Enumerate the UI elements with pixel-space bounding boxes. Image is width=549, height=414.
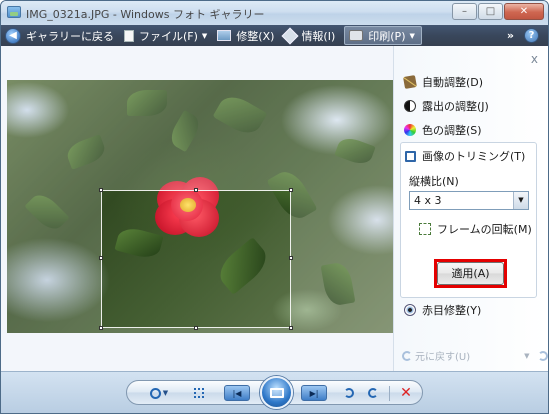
undo-label[interactable]: 元に戻す(U) <box>415 348 470 363</box>
fix-red-eye-label: 赤目修整(Y) <box>422 304 482 317</box>
crop-picture-header[interactable]: 画像のトリミング(T) <box>405 148 525 164</box>
crop-handle[interactable] <box>99 326 103 330</box>
close-icon[interactable]: x <box>531 52 538 66</box>
color-wheel-icon <box>404 124 416 136</box>
fix-icon <box>217 30 232 41</box>
divider <box>389 386 390 401</box>
main-toolbar: ◀ ギャラリーに戻る ファイル(F) ▼ 修整(X) 情報(I) 印刷(P) ▼… <box>1 25 548 46</box>
adjust-color-label: 色の調整(S) <box>422 124 482 137</box>
aspect-ratio-label: 縦横比(N) <box>409 175 459 188</box>
crop-icon <box>405 150 416 162</box>
back-to-gallery-label: ギャラリーに戻る <box>26 29 114 43</box>
chevron-down-icon: ▼ <box>513 192 528 209</box>
crop-selection-frame[interactable] <box>99 188 293 330</box>
zoom-icon[interactable]: ▼ <box>147 385 171 401</box>
rotate-counterclockwise-icon[interactable] <box>341 385 357 401</box>
crop-picture-label: 画像のトリミング(T) <box>422 150 526 163</box>
printer-icon <box>349 30 364 41</box>
more-commands-button[interactable]: » <box>497 29 524 42</box>
undo-icon[interactable] <box>402 350 412 361</box>
navigation-controls: ▼ |◀ ▶| ✕ <box>126 376 423 409</box>
back-arrow-icon: ◀ <box>5 27 21 44</box>
workspace: x 自動調整(D) 露出の調整(J) 色の調整(S) 画像のトリミング(T) 縦… <box>1 46 548 371</box>
crop-panel: 画像のトリミング(T) 縦横比(N) 4 x 3 ▼ フレームの回転(M) 適用… <box>400 142 537 298</box>
adjust-exposure-label: 露出の調整(J) <box>422 100 489 113</box>
fix-button[interactable]: 修整(X) <box>213 25 280 46</box>
maximize-icon[interactable]: □ <box>478 3 503 20</box>
help-icon[interactable]: ? <box>524 28 539 43</box>
crop-handle[interactable] <box>194 188 198 192</box>
close-icon[interactable]: ✕ <box>504 3 544 20</box>
chevron-down-icon: ▼ <box>201 31 208 40</box>
file-menu-label: ファイル(F) <box>139 29 198 43</box>
slideshow-icon[interactable] <box>260 376 293 409</box>
fix-red-eye-button[interactable]: 赤目修整(Y) <box>404 302 481 318</box>
file-icon <box>124 29 134 42</box>
exposure-icon <box>404 100 416 112</box>
auto-adjust-button[interactable]: 自動調整(D) <box>403 74 484 90</box>
rotate-clockwise-icon[interactable] <box>365 385 381 401</box>
back-to-gallery-button[interactable]: ◀ ギャラリーに戻る <box>1 25 120 46</box>
apply-button[interactable]: 適用(A) <box>437 262 504 285</box>
redo-icon[interactable] <box>537 350 548 361</box>
rotate-frame-button[interactable]: フレームの回転(M) <box>419 221 532 237</box>
undo-redo-row: 元に戻す(U) ▼ <box>402 348 548 363</box>
previous-icon[interactable]: |◀ <box>224 385 250 401</box>
caption-buttons: – □ ✕ <box>451 3 544 20</box>
info-icon <box>281 27 299 44</box>
window-title: IMG_0321a.JPG - Windows フォト ギャラリー <box>26 8 265 21</box>
navigation-bar: ▼ |◀ ▶| ✕ <box>1 371 548 413</box>
file-menu-button[interactable]: ファイル(F) ▼ <box>120 25 213 46</box>
photo-gallery-window: IMG_0321a.JPG - Windows フォト ギャラリー – □ ✕ … <box>0 0 549 414</box>
eye-icon <box>404 304 416 316</box>
rotate-frame-label: フレームの回転(M) <box>437 223 532 236</box>
fix-pane: x 自動調整(D) 露出の調整(J) 色の調整(S) 画像のトリミング(T) 縦… <box>393 46 548 371</box>
print-menu-button[interactable]: 印刷(P) ▼ <box>344 26 422 45</box>
crop-handle[interactable] <box>289 188 293 192</box>
delete-icon[interactable]: ✕ <box>398 385 414 401</box>
print-menu-label: 印刷(P) <box>368 29 406 43</box>
actual-size-icon[interactable] <box>191 385 207 401</box>
chevron-down-icon: ▼ <box>409 31 415 40</box>
adjust-color-button[interactable]: 色の調整(S) <box>404 122 482 138</box>
rotate-frame-icon <box>419 223 431 235</box>
fix-label: 修整(X) <box>236 29 275 43</box>
title-bar[interactable]: IMG_0321a.JPG - Windows フォト ギャラリー – □ ✕ <box>1 1 548 25</box>
info-label: 情報(I) <box>301 29 336 43</box>
aspect-ratio-select[interactable]: 4 x 3 ▼ <box>409 191 529 210</box>
crop-handle[interactable] <box>289 326 293 330</box>
aspect-ratio-value: 4 x 3 <box>414 194 442 207</box>
image-canvas <box>1 46 394 371</box>
auto-adjust-label: 自動調整(D) <box>422 76 484 89</box>
magic-wand-icon <box>403 75 417 89</box>
next-icon[interactable]: ▶| <box>301 385 327 401</box>
adjust-exposure-button[interactable]: 露出の調整(J) <box>404 98 489 114</box>
chevron-down-icon[interactable]: ▼ <box>524 352 529 360</box>
app-icon <box>7 6 21 18</box>
minimize-icon[interactable]: – <box>452 3 477 20</box>
crop-handle[interactable] <box>194 326 198 330</box>
crop-handle[interactable] <box>99 256 103 260</box>
info-button[interactable]: 情報(I) <box>280 25 341 46</box>
crop-handle[interactable] <box>99 188 103 192</box>
crop-handle[interactable] <box>289 256 293 260</box>
